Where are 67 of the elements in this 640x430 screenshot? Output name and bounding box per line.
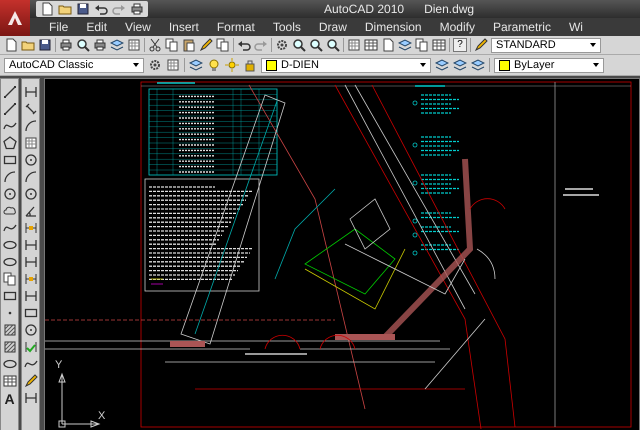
quick-dimension-icon[interactable]: [24, 221, 38, 235]
new-file-icon[interactable]: [40, 2, 54, 16]
menu-item[interactable]: File: [40, 20, 78, 34]
menu-item[interactable]: Format: [208, 20, 264, 34]
rectangle-icon[interactable]: [2, 153, 16, 167]
menu-item[interactable]: Wi: [560, 20, 592, 34]
angular-dimension-icon[interactable]: [24, 204, 38, 218]
color-dropdown[interactable]: ByLayer: [494, 58, 604, 72]
save-icon[interactable]: [76, 2, 90, 16]
polygon-icon[interactable]: [2, 136, 16, 150]
ucs-icon: [58, 372, 100, 428]
preview-icon[interactable]: [76, 38, 90, 52]
zoom-window-icon[interactable]: [309, 38, 323, 52]
circle-icon[interactable]: [2, 187, 16, 201]
table-icon[interactable]: [2, 374, 16, 388]
printer-icon[interactable]: [130, 2, 144, 16]
undo-icon[interactable]: [237, 38, 251, 52]
undo-icon[interactable]: [94, 2, 108, 16]
layer-previous-icon[interactable]: [453, 58, 467, 72]
document-name: Dien.dwg: [424, 2, 474, 16]
menu-item[interactable]: Tools: [264, 20, 310, 34]
color-swatch: [499, 60, 510, 70]
menu-item[interactable]: Draw: [310, 20, 356, 34]
grid-icon[interactable]: [127, 38, 141, 52]
axis-label: X: [98, 410, 106, 422]
ellipse-icon[interactable]: [2, 238, 16, 252]
layer-states-icon[interactable]: [471, 58, 485, 72]
layers-icon[interactable]: [110, 38, 124, 52]
menu-item[interactable]: Insert: [160, 20, 208, 34]
text-style-dropdown[interactable]: STANDARD: [491, 38, 601, 52]
cut-icon[interactable]: [148, 38, 162, 52]
paste-icon[interactable]: [182, 38, 196, 52]
settings-icon[interactable]: [148, 58, 162, 72]
sun-icon[interactable]: [225, 58, 239, 72]
hatch-icon[interactable]: [2, 323, 16, 337]
aligned-dimension-icon[interactable]: [24, 102, 38, 116]
zoom-icon[interactable]: [292, 38, 306, 52]
printer-icon[interactable]: [59, 38, 73, 52]
layer-icon[interactable]: [435, 58, 449, 72]
ellipse-arc-icon[interactable]: [2, 255, 16, 269]
lightbulb-icon[interactable]: [207, 58, 221, 72]
arc-icon[interactable]: [2, 170, 16, 184]
save-icon[interactable]: [38, 38, 52, 52]
layer-manager-icon[interactable]: [189, 58, 203, 72]
menu-item[interactable]: Dimension: [356, 20, 431, 34]
brush-icon[interactable]: [199, 38, 213, 52]
workspace-dropdown[interactable]: AutoCAD Classic: [4, 58, 144, 72]
axis-label: Y: [55, 359, 62, 371]
layer-dropdown[interactable]: D-DIEN: [261, 58, 431, 72]
triangle-logo-icon: [6, 9, 24, 27]
inspect-icon[interactable]: [24, 340, 38, 354]
window-title: AutoCAD 2010: [324, 2, 404, 16]
construction-line-icon[interactable]: [2, 102, 16, 116]
new-file-icon[interactable]: [4, 38, 18, 52]
color-swatch: [266, 60, 277, 70]
lock-icon[interactable]: [243, 58, 257, 72]
application-button[interactable]: [0, 0, 30, 36]
line-icon[interactable]: [2, 85, 16, 99]
menu-item[interactable]: Modify: [430, 20, 484, 34]
copy-icon[interactable]: [165, 38, 179, 52]
menu-item[interactable]: View: [116, 20, 160, 34]
menu-item[interactable]: Parametric: [484, 20, 560, 34]
text-tool[interactable]: A: [4, 391, 15, 407]
help-button[interactable]: ?: [453, 38, 467, 52]
linear-dimension-icon[interactable]: [24, 85, 38, 99]
menu-item[interactable]: Edit: [77, 20, 116, 34]
zoom-previous-icon[interactable]: [326, 38, 340, 52]
